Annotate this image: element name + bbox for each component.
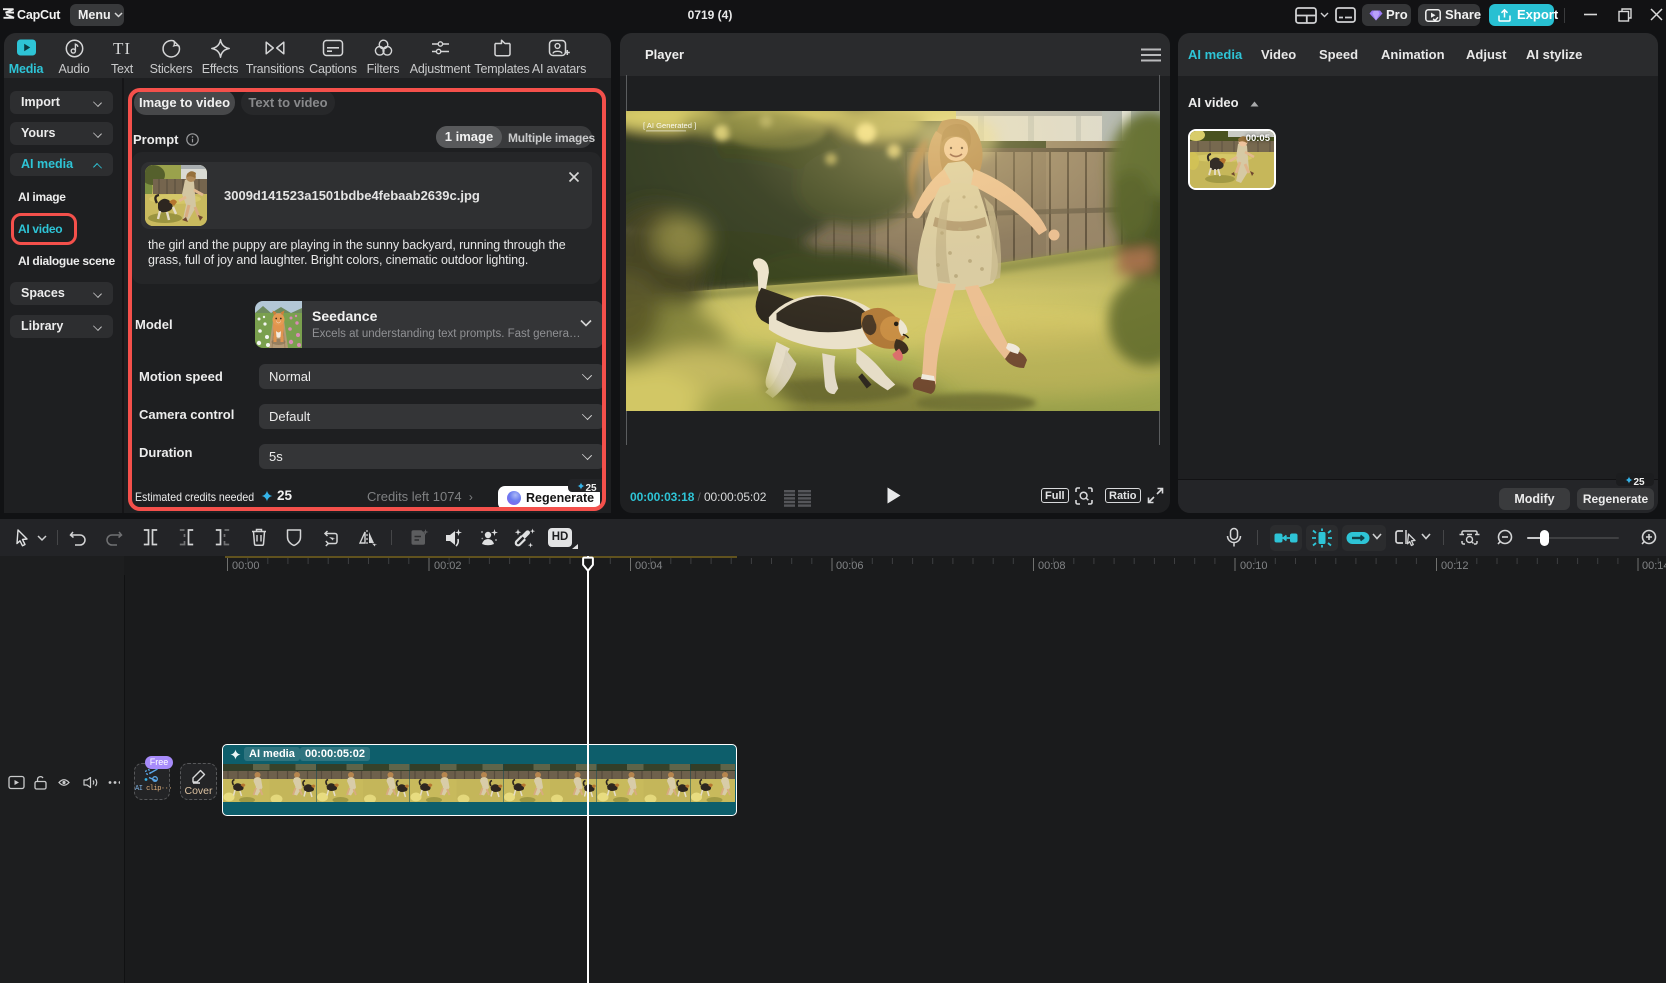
svg-text:[ AI Generated ]: [ AI Generated ] [643, 121, 696, 130]
